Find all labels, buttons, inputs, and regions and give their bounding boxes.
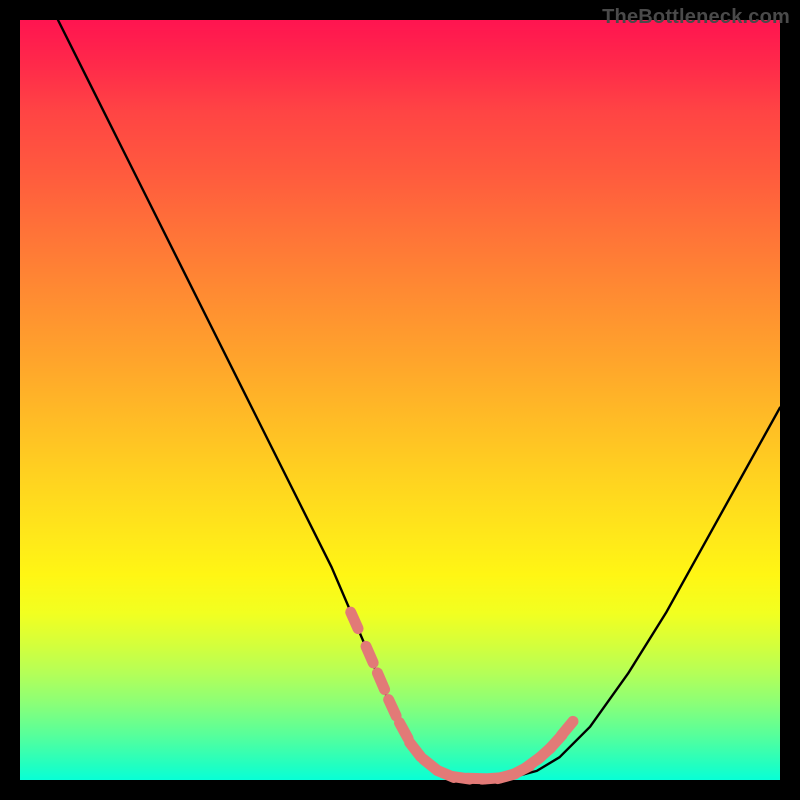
curve-marker [410,743,421,757]
curve-marker [399,723,408,739]
curve-marker [377,673,384,690]
curve-marker [351,612,358,628]
plot-area [20,20,780,780]
curve-markers [351,612,573,779]
curve-marker [389,700,397,716]
chart-frame: TheBottleneck.com [0,0,800,800]
curve-svg [20,20,780,780]
curve-marker [366,646,373,663]
curve-marker [561,721,573,735]
bottleneck-curve [58,20,780,778]
watermark-label: TheBottleneck.com [602,6,790,29]
